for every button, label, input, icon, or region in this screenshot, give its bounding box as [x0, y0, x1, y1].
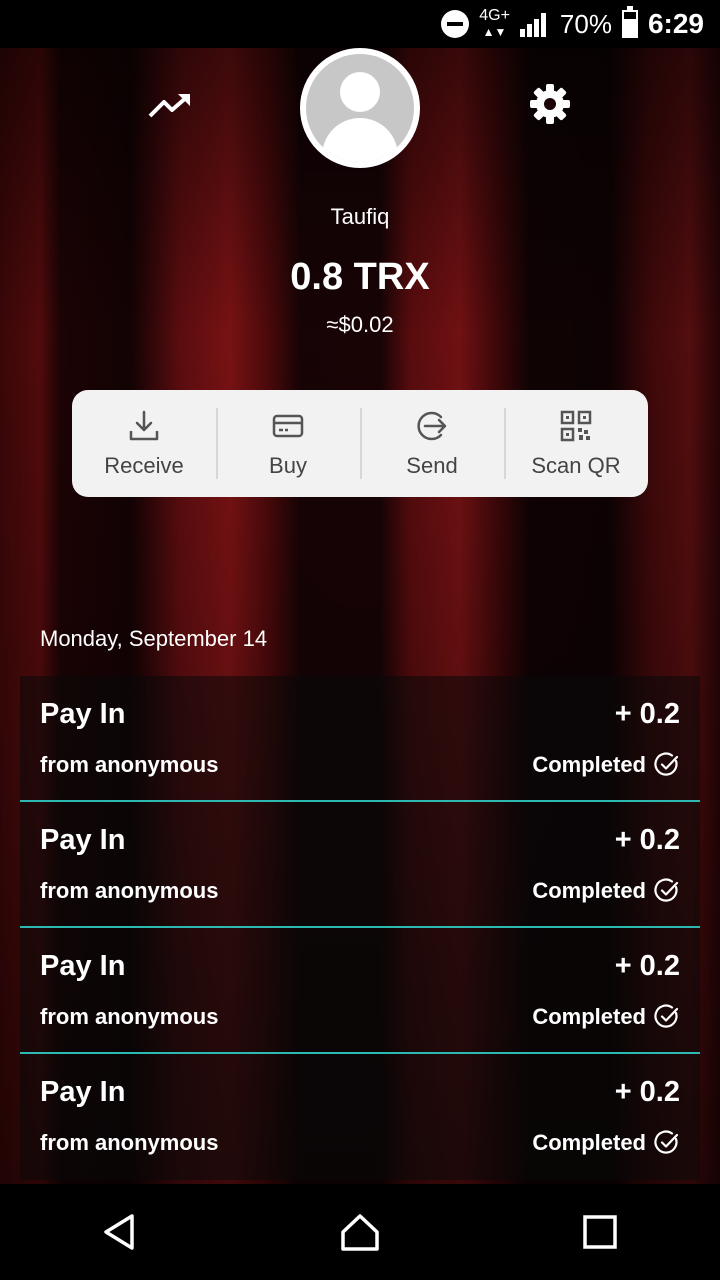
balance-amount: 0.8 TRX [290, 256, 430, 298]
transaction-status-label: Completed [532, 1004, 646, 1029]
status-bar: 4G+ ▲▼ 70% 6:29 [0, 0, 720, 48]
send-label: Send [406, 452, 458, 478]
transaction-status-label: Completed [532, 878, 646, 903]
transaction-type: Pay In [40, 1076, 126, 1108]
network-indicator: 4G+ ▲▼ [479, 8, 510, 40]
transaction-source: from anonymous [40, 1004, 219, 1029]
avatar[interactable] [300, 48, 420, 168]
transaction-source: from anonymous [40, 878, 219, 903]
transaction-status-label: Completed [532, 752, 646, 777]
transaction-row[interactable]: Pay In + 0.2 from anonymous Completed [20, 802, 700, 928]
card-icon [272, 414, 304, 437]
buy-button[interactable]: Buy [216, 390, 360, 497]
transaction-amount: + 0.2 [614, 1076, 680, 1108]
battery-icon [621, 6, 638, 38]
transaction-source: from anonymous [40, 1130, 219, 1155]
gear-icon[interactable] [528, 82, 572, 126]
check-circle-icon [654, 1130, 679, 1154]
trending-up-icon[interactable] [148, 92, 192, 120]
data-arrows-icon: ▲▼ [482, 25, 507, 39]
transactions-date-header: Monday, September 14 [40, 626, 268, 651]
scan-qr-button[interactable]: Scan QR [504, 390, 648, 497]
transaction-row[interactable]: Pay In + 0.2 from anonymous Completed [20, 676, 700, 802]
buy-label: Buy [269, 452, 307, 478]
transaction-status: Completed [532, 1004, 680, 1030]
transaction-amount: + 0.2 [614, 698, 680, 730]
transaction-amount: + 0.2 [614, 950, 680, 982]
username: Taufiq [330, 204, 390, 229]
receive-button[interactable]: Receive [72, 390, 216, 497]
do-not-disturb-icon [441, 10, 470, 38]
scan-qr-label: Scan QR [531, 452, 621, 478]
recents-icon[interactable] [580, 1212, 620, 1252]
transaction-status: Completed [532, 1130, 680, 1156]
actions-card: Receive Buy Send Scan QR [72, 390, 648, 497]
qr-icon [560, 410, 592, 441]
transaction-row[interactable]: Pay In + 0.2 from anonymous Completed [20, 1054, 700, 1180]
back-icon[interactable] [100, 1212, 140, 1252]
check-circle-icon [654, 1004, 679, 1028]
transaction-type: Pay In [40, 824, 126, 856]
receive-label: Receive [104, 452, 184, 478]
send-button[interactable]: Send [360, 390, 504, 497]
system-navigation-bar [0, 1184, 720, 1280]
transaction-status: Completed [532, 878, 680, 904]
home-icon[interactable] [340, 1212, 380, 1252]
avatar-placeholder-icon [306, 54, 414, 162]
send-icon [417, 411, 447, 440]
fiat-balance: ≈$0.02 [326, 312, 394, 337]
transaction-type: Pay In [40, 698, 126, 730]
transaction-amount: + 0.2 [614, 824, 680, 856]
clock: 6:29 [647, 8, 704, 39]
transaction-type: Pay In [40, 950, 126, 982]
transaction-row[interactable]: Pay In + 0.2 from anonymous Completed [20, 928, 700, 1054]
transaction-status: Completed [532, 752, 680, 778]
transaction-source: from anonymous [40, 752, 219, 777]
transaction-list: Pay In + 0.2 from anonymous Completed Pa… [20, 676, 700, 1180]
check-circle-icon [654, 752, 679, 776]
signal-icon [519, 11, 550, 37]
transaction-status-label: Completed [532, 1130, 646, 1155]
network-type: 4G+ [479, 7, 510, 24]
battery-percent: 70% [559, 8, 612, 39]
download-icon [129, 410, 159, 440]
check-circle-icon [654, 878, 679, 902]
